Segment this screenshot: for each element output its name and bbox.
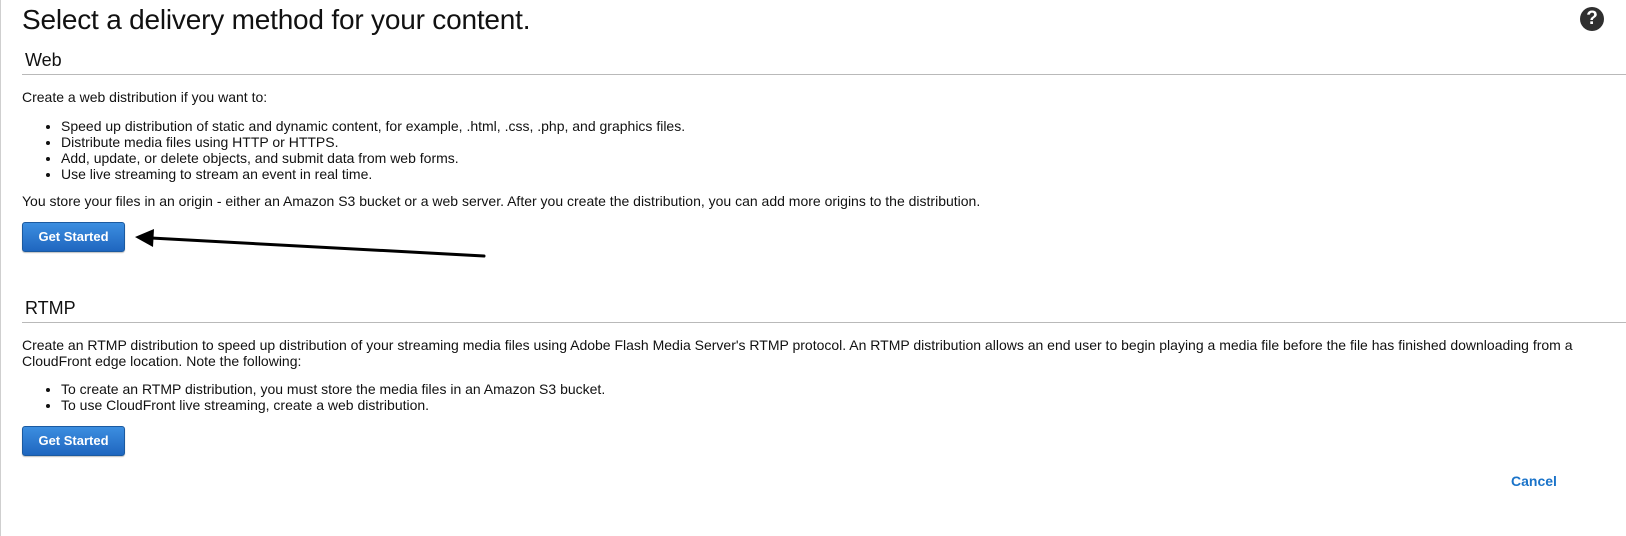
rtmp-section-heading: RTMP <box>22 296 1626 323</box>
web-section-heading: Web <box>22 48 1626 75</box>
page-title: Select a delivery method for your conten… <box>22 4 531 35</box>
list-item: To use CloudFront live streaming, create… <box>61 397 605 413</box>
list-item: Use live streaming to stream an event in… <box>61 166 685 182</box>
rtmp-heading-label: RTMP <box>25 298 76 318</box>
list-item: Add, update, or delete objects, and subm… <box>61 150 685 166</box>
cancel-link[interactable]: Cancel <box>1511 473 1557 489</box>
web-get-started-button[interactable]: Get Started <box>22 222 125 252</box>
list-item: To create an RTMP distribution, you must… <box>61 381 605 397</box>
rtmp-bullet-list: To create an RTMP distribution, you must… <box>22 381 605 413</box>
rtmp-intro-text: Create an RTMP distribution to speed up … <box>22 337 1573 369</box>
web-origin-note: You store your files in an origin - eith… <box>22 193 981 209</box>
list-item: Speed up distribution of static and dyna… <box>61 118 685 134</box>
list-item: Distribute media files using HTTP or HTT… <box>61 134 685 150</box>
create-distribution-page: Select a delivery method for your conten… <box>0 0 1626 536</box>
rtmp-get-started-button[interactable]: Get Started <box>22 426 125 456</box>
annotation-arrow <box>135 229 486 258</box>
web-intro-text: Create a web distribution if you want to… <box>22 89 268 105</box>
web-heading-label: Web <box>25 50 62 70</box>
question-mark-icon[interactable]: ? <box>1580 7 1604 31</box>
web-bullet-list: Speed up distribution of static and dyna… <box>22 118 685 182</box>
